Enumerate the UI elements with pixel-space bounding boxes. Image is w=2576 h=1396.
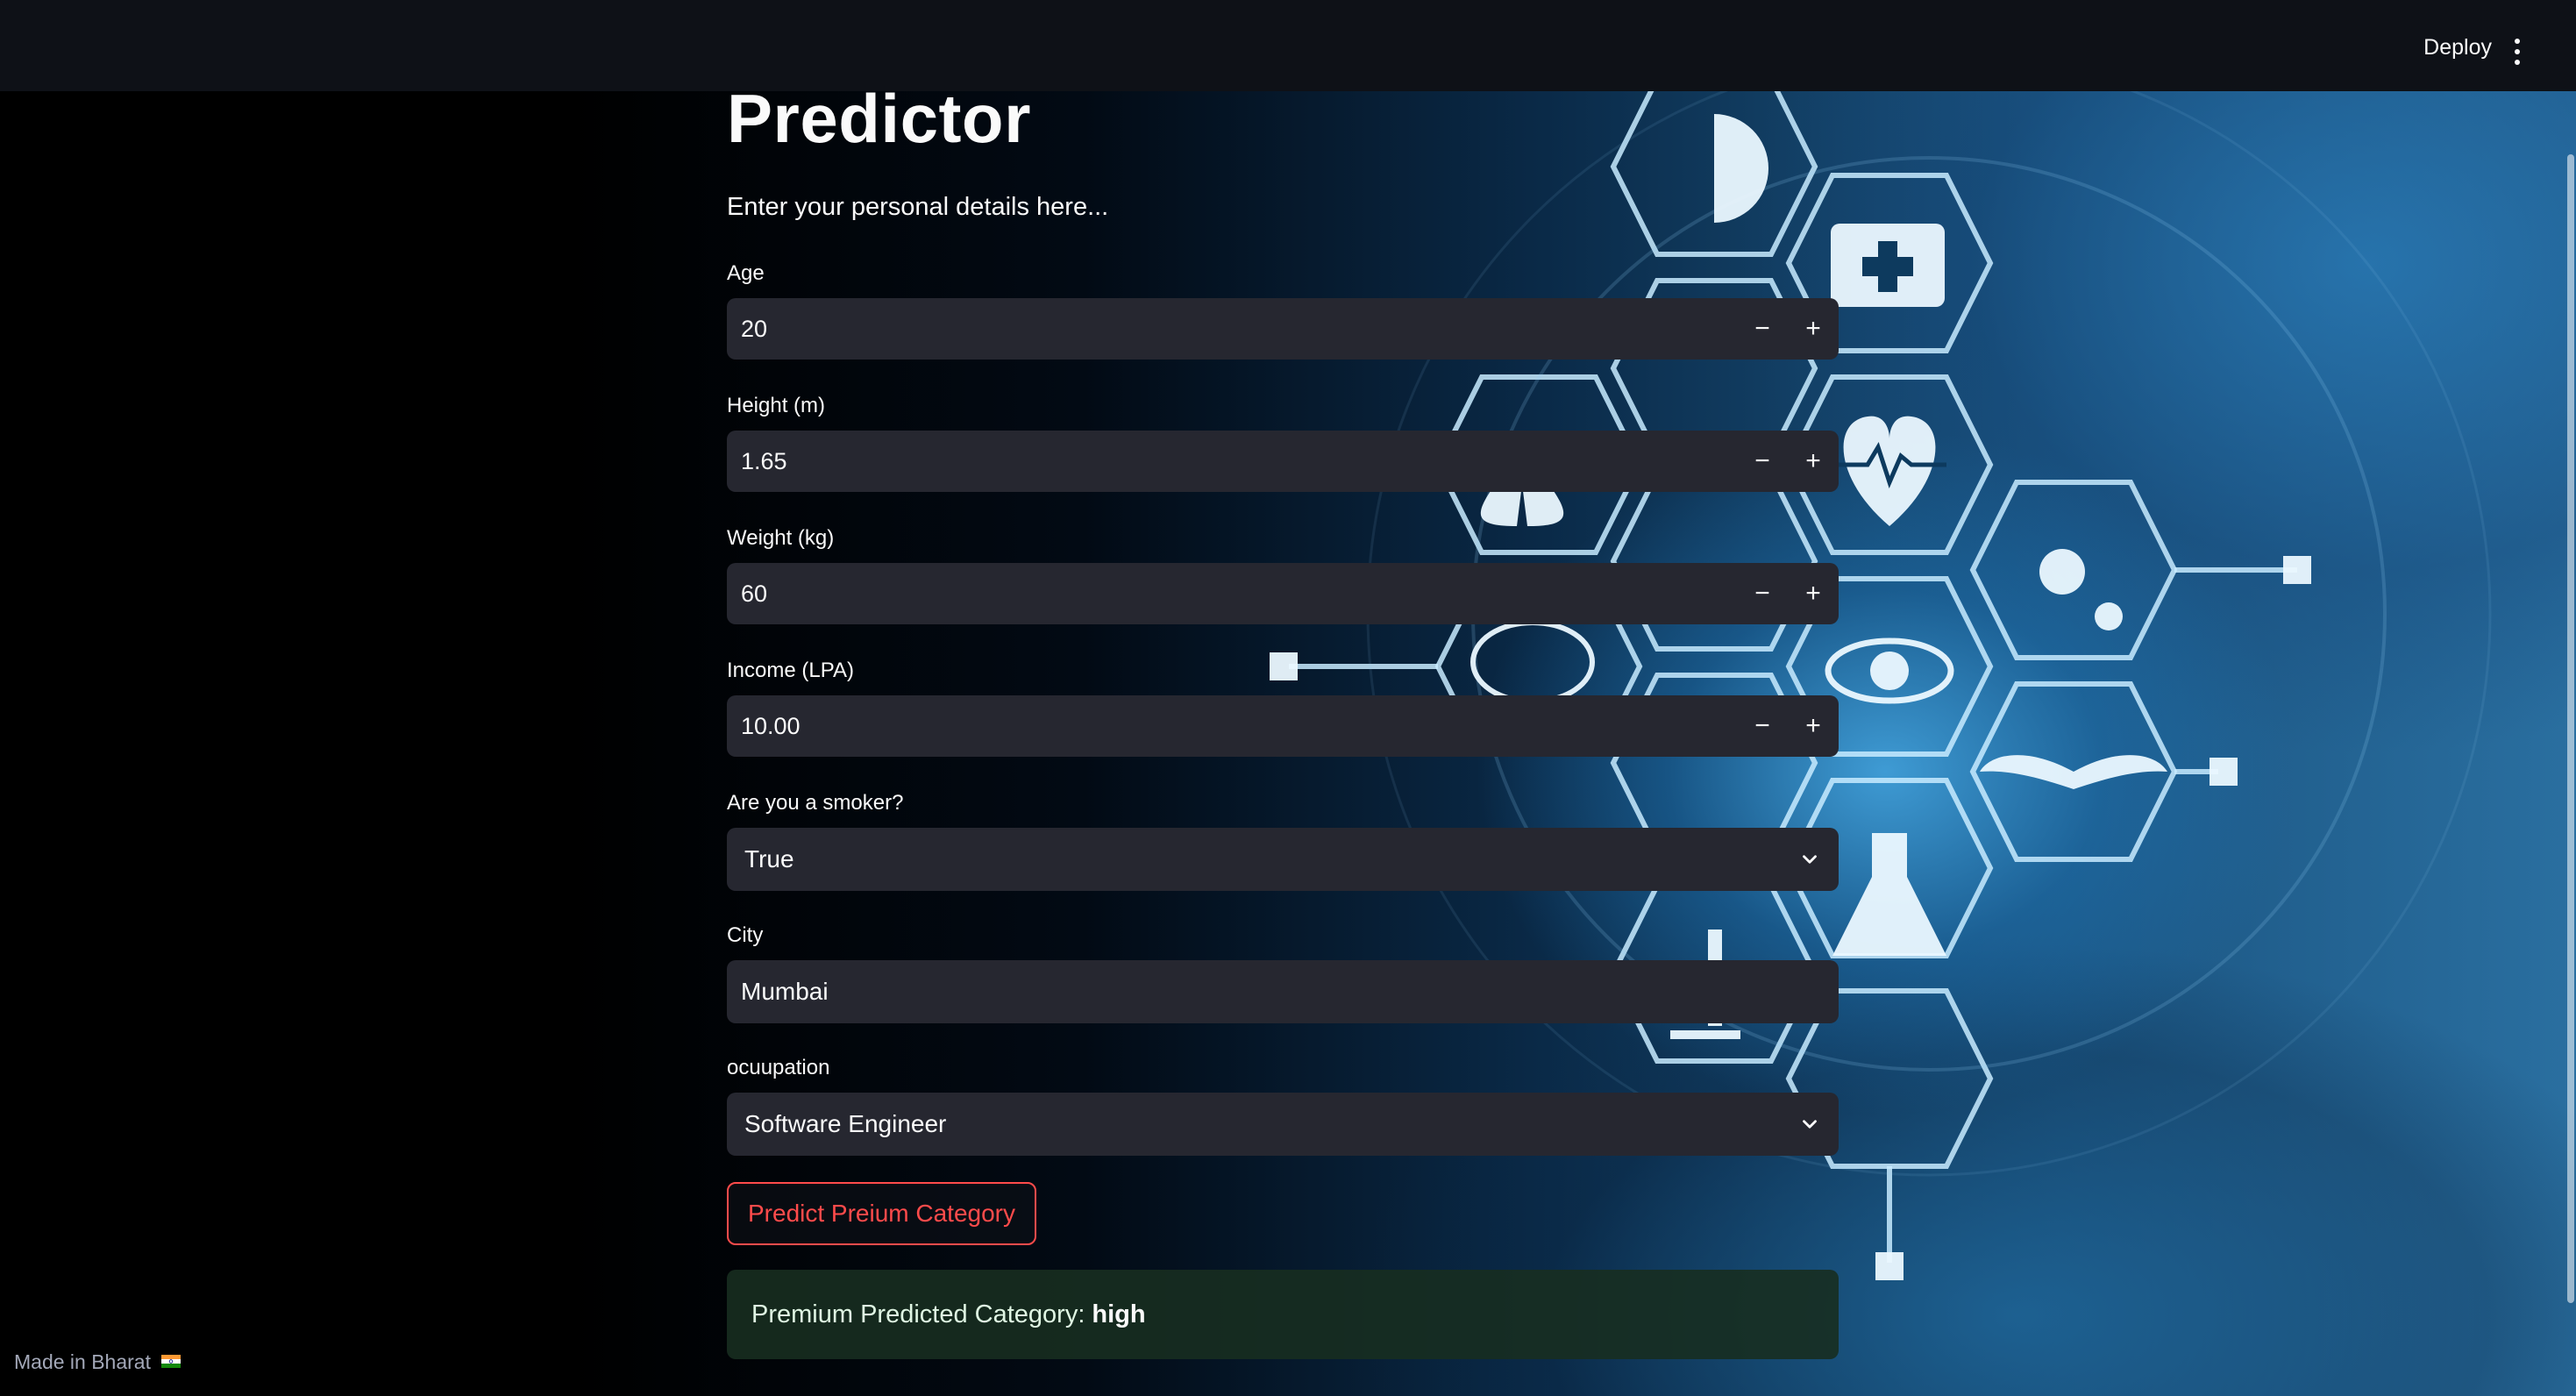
weight-value[interactable]: 60: [727, 580, 1737, 608]
city-input[interactable]: Mumbai: [727, 960, 1839, 1023]
result-prefix: Premium Predicted Category:: [751, 1300, 1085, 1328]
age-increment-button[interactable]: +: [1788, 298, 1839, 360]
chevron-down-icon: [1803, 1120, 1817, 1129]
weight-decrement-button[interactable]: −: [1737, 563, 1788, 624]
height-label: Height (m): [727, 394, 826, 417]
prediction-result-alert: Premium Predicted Category: high: [727, 1270, 1839, 1359]
height-increment-button[interactable]: +: [1788, 431, 1839, 492]
weight-label: Weight (kg): [727, 526, 835, 550]
footer-text: Made in Bharat: [14, 1350, 151, 1373]
weight-number-input[interactable]: 60 − +: [727, 563, 1839, 624]
smoker-select[interactable]: True: [727, 828, 1839, 891]
income-increment-button[interactable]: +: [1788, 695, 1839, 757]
income-value[interactable]: 10.00: [727, 713, 1737, 740]
age-decrement-button[interactable]: −: [1737, 298, 1788, 360]
footer-note: Made in Bharat: [14, 1350, 181, 1374]
smoker-selected-value: True: [744, 845, 794, 872]
page-subtitle: Enter your personal details here...: [727, 193, 1109, 221]
app-header: Deploy: [0, 0, 2576, 91]
result-value: high: [1092, 1300, 1146, 1328]
height-value[interactable]: 1.65: [727, 448, 1737, 475]
more-vert-icon[interactable]: [2511, 39, 2523, 65]
age-number-input[interactable]: 20 − +: [727, 298, 1839, 360]
income-decrement-button[interactable]: −: [1737, 695, 1788, 757]
scrollbar-thumb[interactable]: [2567, 154, 2574, 1303]
smoker-label: Are you a smoker?: [727, 791, 904, 815]
chevron-down-icon: [1803, 855, 1817, 864]
age-value[interactable]: 20: [727, 316, 1737, 343]
height-decrement-button[interactable]: −: [1737, 431, 1788, 492]
occupation-label: ocuupation: [727, 1056, 830, 1079]
occupation-select[interactable]: Software Engineer: [727, 1093, 1839, 1156]
scrollbar[interactable]: [2564, 91, 2576, 1396]
income-label: Income (LPA): [727, 659, 854, 682]
predict-premium-button[interactable]: Predict Preium Category: [727, 1182, 1037, 1245]
deploy-button[interactable]: Deploy: [2423, 35, 2492, 61]
occupation-selected-value: Software Engineer: [744, 1110, 947, 1137]
weight-increment-button[interactable]: +: [1788, 563, 1839, 624]
city-label: City: [727, 923, 764, 947]
india-flag-icon: [161, 1355, 181, 1369]
income-number-input[interactable]: 10.00 − +: [727, 695, 1839, 757]
height-number-input[interactable]: 1.65 − +: [727, 431, 1839, 492]
age-label: Age: [727, 261, 765, 285]
